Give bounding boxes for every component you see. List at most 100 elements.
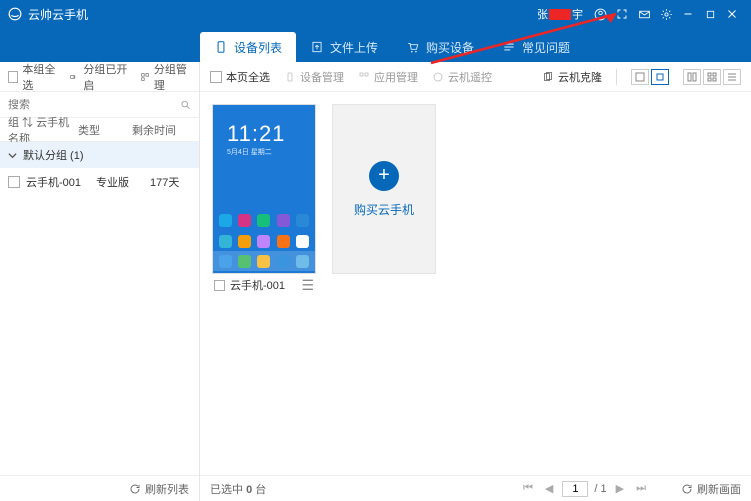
app-icon	[238, 255, 251, 268]
view-grid-icon[interactable]	[703, 69, 721, 85]
page-prev-icon[interactable]: ◀	[542, 482, 556, 495]
label: 云机克隆	[558, 69, 602, 85]
app-logo-icon	[8, 7, 22, 21]
app-row	[213, 235, 315, 248]
mail-icon[interactable]	[633, 0, 655, 28]
buy-device-card[interactable]: + 购买云手机	[332, 104, 436, 274]
page-input[interactable]	[562, 481, 588, 497]
col-type[interactable]: 类型	[78, 122, 132, 138]
main-panel: 本页全选 设备管理 应用管理 云机遥控 云机克隆 11:21 5月4日 星期二	[200, 62, 751, 501]
app-row	[213, 214, 315, 227]
app-icon	[257, 255, 270, 268]
phone-icon	[284, 71, 296, 83]
device-card-label: 云手机-001 ☰	[212, 274, 316, 296]
col-name[interactable]: 组 ⇅ 云手机名称	[8, 114, 78, 146]
label: 分组已开启	[83, 61, 129, 93]
hamburger-icon[interactable]: ☰	[301, 278, 314, 292]
view-large-icon[interactable]	[631, 69, 649, 85]
app-icon	[277, 255, 290, 268]
search-input[interactable]	[8, 99, 180, 111]
view-switch-layout	[683, 69, 741, 85]
page-total: / 1	[594, 483, 606, 495]
clone-icon	[542, 71, 554, 83]
page-first-icon[interactable]: ⏮	[520, 482, 536, 495]
view-detail-icon[interactable]	[723, 69, 741, 85]
toolbar-device-mgmt: 设备管理	[284, 69, 344, 85]
label: 刷新画面	[697, 481, 741, 497]
buy-label: 购买云手机	[354, 201, 414, 218]
user-name[interactable]: 张宇	[537, 6, 583, 22]
titlebar: 云帅云手机 张宇	[0, 0, 751, 28]
label: 云机遥控	[448, 69, 492, 85]
selected-text: 已选中 0 台	[210, 481, 266, 497]
maximize-icon[interactable]	[699, 0, 721, 28]
app-icon	[238, 214, 251, 227]
sidebar-group-manage[interactable]: 分组管理	[140, 61, 191, 93]
close-icon[interactable]	[721, 0, 743, 28]
tab-file-upload[interactable]: 文件上传	[296, 32, 392, 62]
settings-icon[interactable]	[655, 0, 677, 28]
app-icon	[219, 235, 232, 248]
date: 5月4日 星期二	[213, 147, 315, 157]
view-list-icon[interactable]	[683, 69, 701, 85]
checkbox-icon[interactable]	[214, 280, 225, 291]
apps-icon	[358, 71, 370, 83]
refresh-icon	[681, 483, 693, 495]
checkbox-icon[interactable]	[8, 176, 20, 188]
label: 设备管理	[300, 69, 344, 85]
device-row[interactable]: 云手机-001 专业版 177天	[0, 168, 199, 196]
page-next-icon[interactable]: ▶	[613, 482, 627, 495]
user-name-prefix: 张	[537, 6, 548, 22]
group-name: 默认分组 (1)	[23, 147, 84, 163]
app-icon	[219, 214, 232, 227]
toolbar-clone[interactable]: 云机克隆	[542, 69, 602, 85]
tab-device-list[interactable]: 设备列表	[200, 32, 296, 62]
minimize-icon[interactable]	[677, 0, 699, 28]
remote-icon	[432, 71, 444, 83]
main-tabs: 设备列表 文件上传 购买设备 常见问题	[0, 28, 751, 62]
label: 本页全选	[226, 69, 270, 85]
app-icon	[296, 255, 309, 268]
plus-icon: +	[369, 161, 399, 191]
account-icon[interactable]	[589, 0, 611, 28]
tab-faq[interactable]: 常见问题	[488, 32, 584, 62]
app-icon	[219, 255, 232, 268]
group-row[interactable]: 默认分组 (1)	[0, 142, 199, 168]
app-icon	[296, 235, 309, 248]
view-switch-size	[631, 69, 669, 85]
app-icon	[257, 235, 270, 248]
col-remain[interactable]: 剩余时间	[132, 122, 191, 138]
main-select-all[interactable]: 本页全选	[210, 69, 270, 85]
device-name: 云手机-001	[26, 174, 96, 190]
sidebar-refresh[interactable]: 刷新列表	[0, 475, 199, 501]
tab-buy-device[interactable]: 购买设备	[392, 32, 488, 62]
view-small-icon[interactable]	[651, 69, 669, 85]
app-icon	[238, 235, 251, 248]
footer-refresh[interactable]: 刷新画面	[681, 481, 741, 497]
user-name-suffix: 宇	[572, 6, 583, 22]
checkbox-icon	[8, 71, 18, 83]
label: 刷新列表	[145, 481, 189, 497]
user-name-redacted	[549, 9, 571, 20]
sidebar-group-opened[interactable]: 分组已开启	[69, 61, 130, 93]
manage-icon	[140, 71, 150, 83]
device-card[interactable]: 11:21 5月4日 星期二	[212, 104, 316, 296]
sidebar-select-all[interactable]: 本组全选	[8, 61, 59, 93]
search-icon	[180, 99, 191, 111]
fullscreen-icon[interactable]	[611, 0, 633, 28]
label: 分组管理	[154, 61, 191, 93]
label: 应用管理	[374, 69, 418, 85]
clock: 11:21	[213, 105, 315, 147]
tab-label: 设备列表	[234, 39, 282, 56]
sidebar: 本组全选 分组已开启 分组管理 组 ⇅ 云手机名称 类型 剩余时间 默认分组 (…	[0, 62, 200, 501]
app-icon	[277, 235, 290, 248]
device-grid: 11:21 5月4日 星期二	[200, 92, 751, 475]
sidebar-column-header: 组 ⇅ 云手机名称 类型 剩余时间	[0, 118, 199, 142]
device-remain: 177天	[150, 174, 191, 190]
dock	[213, 251, 315, 271]
page-last-icon[interactable]: ⏭	[633, 482, 649, 495]
tab-label: 文件上传	[330, 39, 378, 56]
device-type: 专业版	[96, 174, 150, 190]
app-icon	[296, 214, 309, 227]
app-icon	[257, 214, 270, 227]
